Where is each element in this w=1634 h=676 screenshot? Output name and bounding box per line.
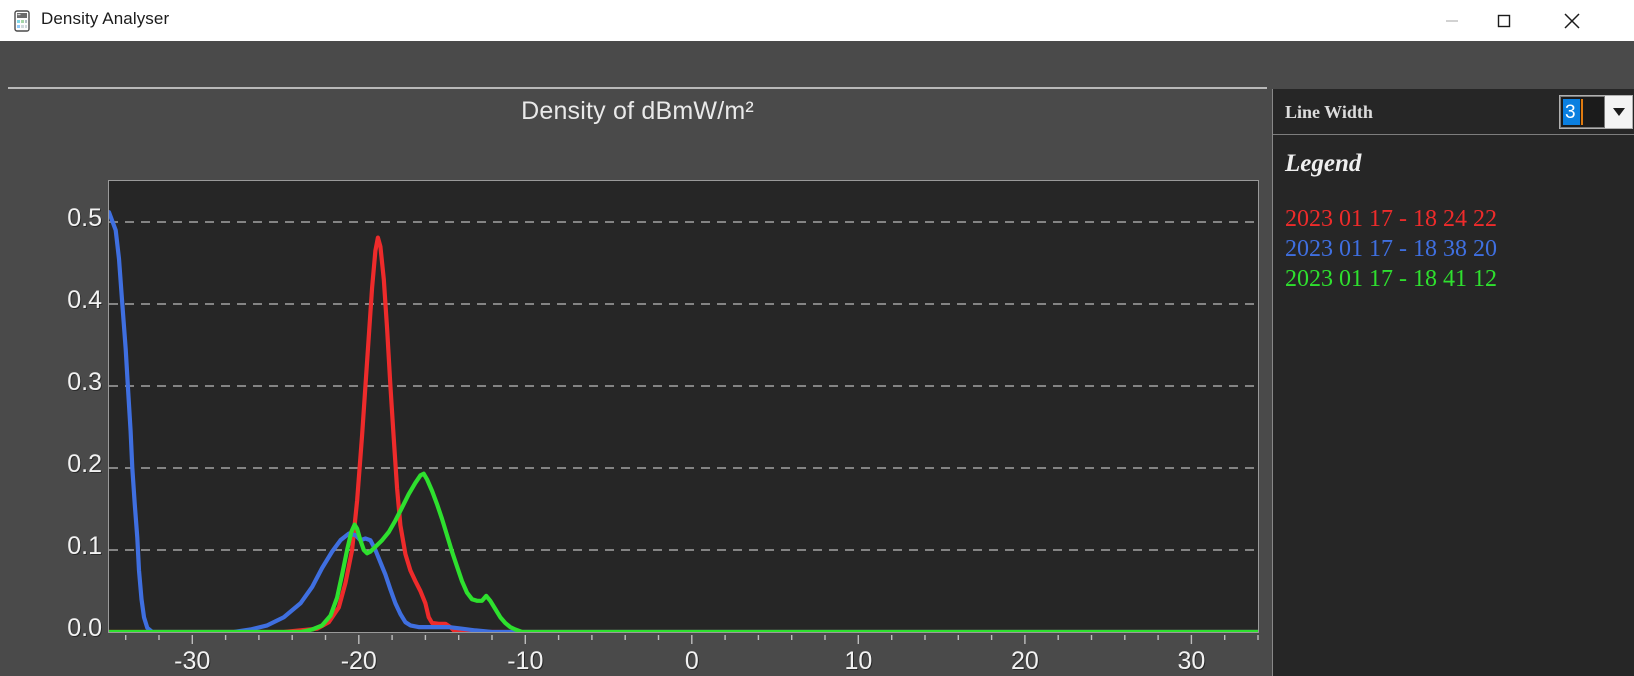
legend-entry: 2023 01 17 - 18 24 22	[1285, 206, 1497, 232]
line-width-combobox[interactable]: 3	[1559, 95, 1633, 129]
chevron-down-icon	[1612, 108, 1625, 116]
line-width-value-field[interactable]: 3	[1560, 96, 1605, 128]
maximize-icon	[1497, 14, 1511, 27]
chart-panel: Density of dBmW/m² 0.0 0.1 0.2 0.3 0.4 0.5 -3…	[8, 89, 1267, 675]
legend-entry: 2023 01 17 - 18 38 20	[1285, 236, 1497, 262]
x-tick-label: -10	[507, 647, 544, 675]
x-tick-label: 0	[684, 647, 699, 675]
x-tick-label: -30	[174, 647, 211, 675]
line-width-row: Line Width 3	[1273, 89, 1634, 135]
left-rail	[0, 41, 8, 676]
line-width-label: Line Width	[1285, 102, 1373, 122]
x-tick-label: -20	[340, 647, 377, 675]
legend-heading: Legend	[1285, 150, 1362, 177]
x-tick-label: 30	[1177, 647, 1206, 675]
series-line	[109, 210, 1258, 632]
legend-panel: Legend 2023 01 17 - 18 24 22 2023 01 17 -…	[1273, 135, 1634, 676]
x-axis-ticks	[125, 635, 1259, 644]
x-tick-label: 20	[1010, 647, 1039, 675]
title-bar: Density Analyser	[0, 0, 1634, 42]
window-title: Density Analyser	[41, 9, 170, 28]
y-tick-label: 0.5	[67, 204, 102, 232]
y-tick-label: 0.2	[67, 450, 102, 478]
x-axis-tick-labels: -30 -20 -10 0 10 20 30	[109, 635, 1264, 676]
y-tick-label: 0.4	[67, 286, 102, 314]
toolbar-strip	[8, 41, 1634, 87]
y-axis-tick-labels: 0.0 0.1 0.2 0.3 0.4 0.5	[18, 180, 102, 642]
minimize-icon	[1446, 19, 1458, 22]
y-tick-label: 0.3	[67, 368, 102, 396]
series-line	[109, 471, 1258, 632]
window-body: Density of dBmW/m² 0.0 0.1 0.2 0.3 0.4 0.5 -3…	[0, 41, 1634, 676]
y-tick-label: 0.0	[67, 614, 102, 642]
device-icon	[12, 10, 32, 32]
close-button[interactable]	[1546, 0, 1598, 41]
line-width-dropdown-button[interactable]	[1605, 96, 1632, 128]
minimize-button[interactable]	[1426, 0, 1478, 41]
plot-canvas	[109, 210, 1258, 632]
plot-area	[108, 180, 1259, 633]
series-line	[109, 235, 1258, 632]
x-tick-label: 10	[844, 647, 873, 675]
density-analyser-window: Density Analyser Density of dBmW/m² 0.0 0	[0, 0, 1634, 676]
line-width-value: 3	[1565, 101, 1576, 123]
sidebar: Line Width 3 Legend 2023 01 17 - 18 24 2…	[1267, 89, 1634, 676]
maximize-button[interactable]	[1478, 0, 1530, 41]
close-icon	[1564, 12, 1580, 29]
legend-list: 2023 01 17 - 18 24 22 2023 01 17 - 18 38 …	[1285, 204, 1625, 294]
chart-title: Density of dBmW/m²	[521, 97, 754, 125]
legend-entry: 2023 01 17 - 18 41 12	[1285, 266, 1497, 292]
text-caret	[1581, 99, 1583, 125]
y-tick-label: 0.1	[67, 532, 102, 560]
